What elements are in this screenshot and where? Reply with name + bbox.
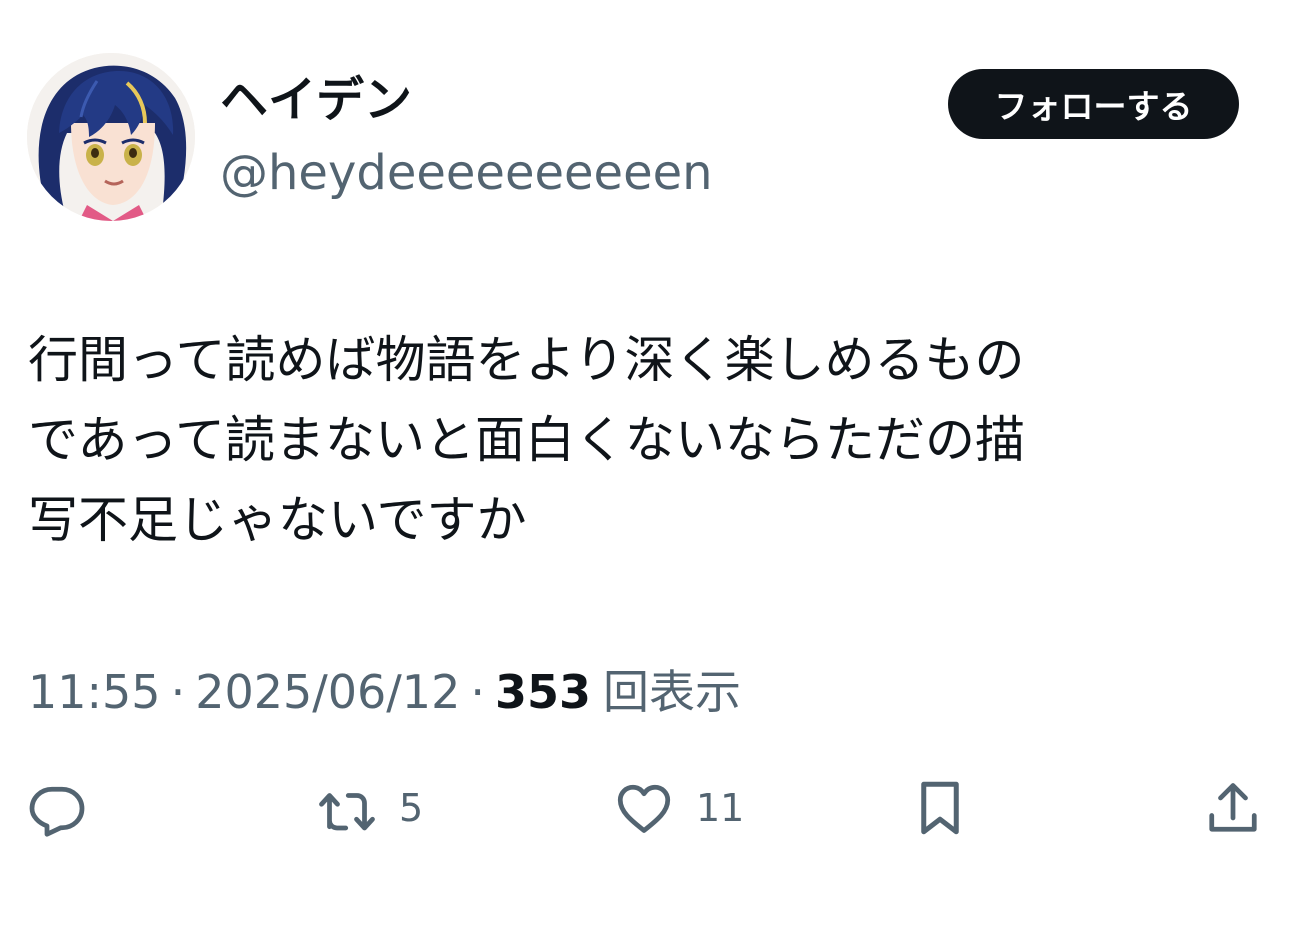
tweet-meta: 11:55 · 2025/06/12 · 353 回表示 [28,660,741,724]
share-icon [1209,783,1257,832]
retweet-button[interactable]: 5 [317,778,423,838]
reply-button[interactable] [27,778,87,838]
avatar[interactable] [27,53,195,221]
views-label: 回表示 [603,665,741,719]
tweet-date[interactable]: 2025/06/12 [195,665,460,719]
follow-button[interactable]: フォローする [948,69,1239,139]
meta-separator: · [470,665,485,719]
bookmark-icon [921,781,959,835]
tweet-text: 行間って読めば物語をより深く楽しめるもの であって読まないと面白くないならただの… [28,331,1025,549]
reply-icon [29,786,85,837]
user-handle[interactable]: @heydeeeeeeeeeen [220,142,713,204]
tweet-time[interactable]: 11:55 [28,665,161,719]
bookmark-button[interactable] [910,778,970,838]
share-button[interactable] [1203,778,1263,838]
like-button[interactable]: 11 [614,778,744,838]
like-count: 11 [696,786,745,830]
retweet-icon [319,793,375,831]
display-name[interactable]: ヘイデン [220,68,412,132]
retweet-count: 5 [399,786,424,830]
views-count[interactable]: 353 [495,665,591,719]
meta-separator: · [170,665,186,719]
character-avatar-icon [27,53,195,221]
heart-icon [617,784,671,833]
